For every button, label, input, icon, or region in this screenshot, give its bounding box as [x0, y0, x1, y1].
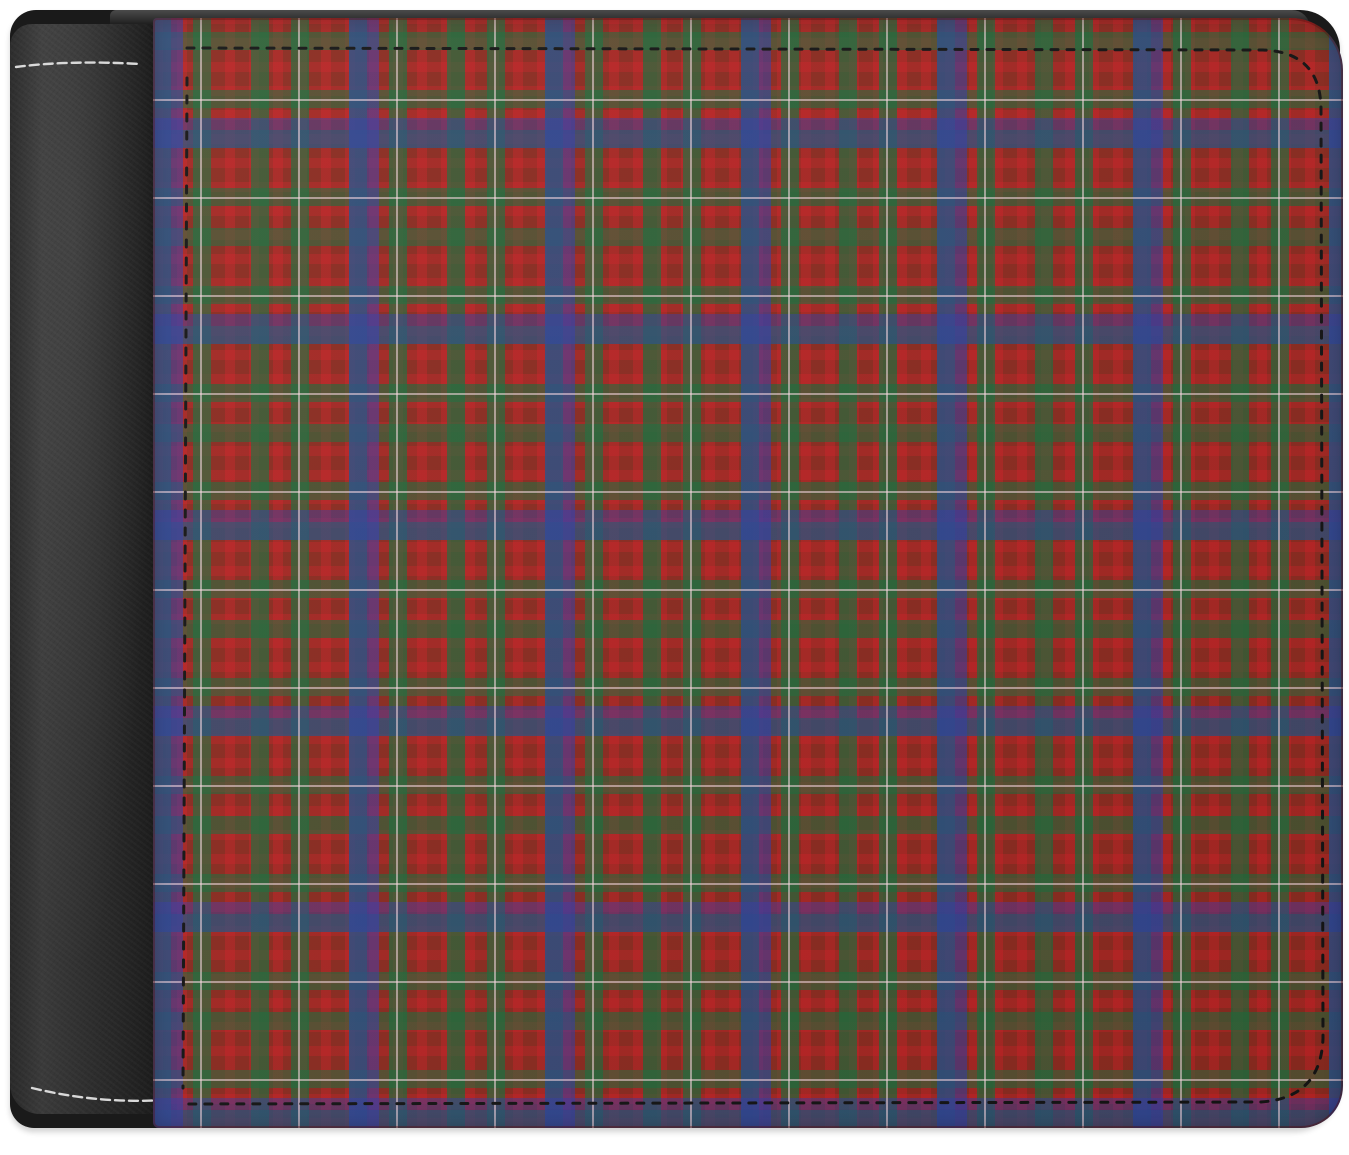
- spine-stitching-top: [14, 61, 142, 69]
- spine-stitching-bottom: [30, 1086, 166, 1102]
- leather-spine: [10, 24, 170, 1114]
- leather-grain-texture: [10, 24, 170, 1114]
- wallet: [10, 10, 1343, 1128]
- product-photo: [0, 0, 1349, 1155]
- panel-stitching: [181, 46, 1325, 1106]
- tartan-front-panel: [153, 18, 1343, 1128]
